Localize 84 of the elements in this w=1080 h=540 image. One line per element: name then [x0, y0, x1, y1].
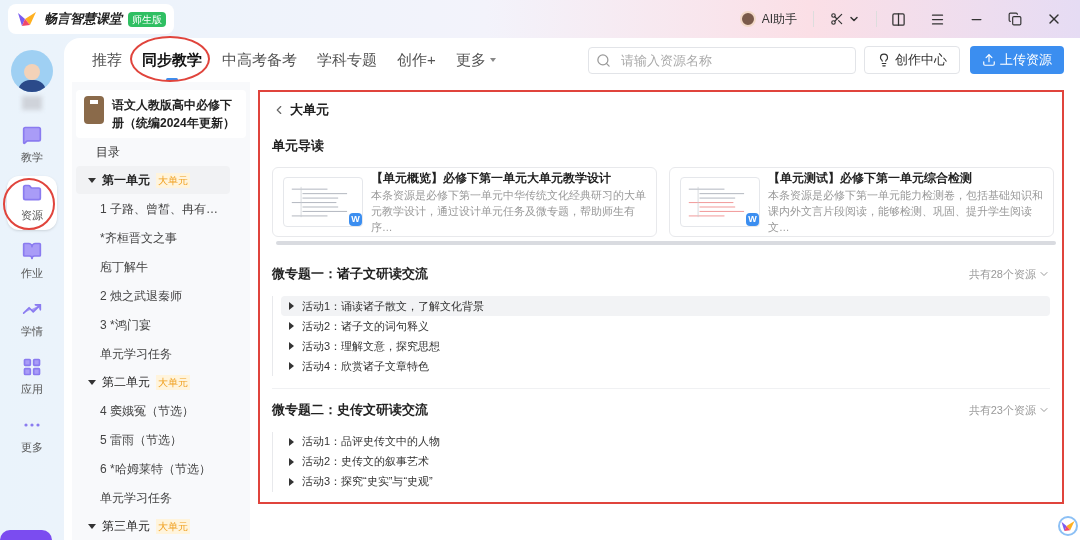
app-name: 畅言智慧课堂: [44, 10, 122, 29]
nav-tab[interactable]: 创作+: [389, 38, 444, 82]
more-icon: [24, 422, 40, 427]
activity-item[interactable]: 活动2：诸子文的词句释义: [281, 315, 1050, 336]
lesson-item[interactable]: 4 窦娥冤（节选）: [72, 396, 250, 425]
lesson-item[interactable]: 2 烛之武退秦师: [72, 281, 250, 310]
lesson-item[interactable]: 单元学习任务: [72, 483, 250, 512]
nav-item[interactable]: 学情: [7, 292, 57, 346]
nav-item[interactable]: 作业: [7, 234, 57, 288]
tab-indicator: [166, 78, 178, 81]
lesson-item[interactable]: 庖丁解牛: [72, 252, 250, 281]
unit-tag: 大单元: [156, 172, 190, 188]
activity-item[interactable]: 活动2：史传文的叙事艺术: [281, 451, 1050, 472]
collapse-arrow-icon: [289, 477, 294, 486]
nav-tab[interactable]: 学科专题: [309, 38, 385, 82]
layout-icon[interactable]: [891, 11, 906, 27]
ai-assistant-button[interactable]: AI助手: [761, 10, 797, 28]
folder-icon: [22, 182, 42, 203]
nav-tab[interactable]: 推荐: [84, 38, 130, 82]
upload-icon: [982, 53, 996, 67]
menu-icon[interactable]: [930, 11, 945, 27]
expand-arrow-icon: [88, 177, 96, 183]
word-file-badge: W: [746, 213, 759, 226]
collapse-arrow-icon: [289, 437, 294, 446]
topic-title: 微专题二：史传文研读交流: [272, 401, 428, 419]
book-title: 语文人教版高中必修下册（统编2024年更新）: [112, 97, 236, 132]
card-title: 【单元测试】必修下第一单元综合检测: [768, 170, 973, 187]
blurred-username: [22, 96, 42, 110]
activity-item[interactable]: 活动1：品评史传文中的人物: [281, 431, 1050, 452]
collapse-arrow-icon: [289, 321, 294, 330]
activity-item[interactable]: 活动1：诵读诸子散文，了解文化背景: [281, 295, 1050, 316]
unit-tag: 大单元: [156, 518, 190, 534]
unit-tag: 大单元: [156, 374, 190, 390]
book-card[interactable]: 语文人教版高中必修下册（统编2024年更新）: [76, 90, 246, 138]
activity-item[interactable]: 活动4：欣赏诸子文章特色: [281, 355, 1050, 376]
resource-card[interactable]: W 【单元测试】必修下第一单元综合检测 本条资源是必修下第一单元能力检测卷，包括基础知识和课内外文言片段阅读，能够检测、巩固、提升学生阅读文…: [669, 167, 1054, 237]
lesson-item[interactable]: 3 *鸿门宴: [72, 310, 250, 339]
resource-card[interactable]: W 【单元概览】必修下第一单元大单元教学设计 本条资源是必修下第一单元中华传统文化经典研习的大单元教学设计，通过设计单元任务及微专题，帮助师生有序…: [272, 167, 657, 237]
collapse-arrow-icon: [289, 301, 294, 310]
create-center-button[interactable]: 创作中心: [864, 46, 960, 74]
lightbulb-icon: [877, 53, 891, 67]
expand-arrow-icon: [88, 523, 96, 529]
activity-item[interactable]: 活动3：理解文意，探究思想: [281, 335, 1050, 356]
collapse-arrow-icon: [289, 341, 294, 350]
lesson-item[interactable]: *齐桓晋文之事: [72, 223, 250, 252]
topic-title: 微专题一：诸子文研读交流: [272, 265, 428, 283]
card-description: 本条资源是必修下第一单元能力检测卷，包括基础知识和课内外文言片段阅读，能够检测、巩固、提升学生阅读文…: [768, 188, 1043, 235]
lesson-item[interactable]: 5 雷雨（节选）: [72, 425, 250, 454]
caret-icon: [489, 58, 496, 62]
floating-button[interactable]: [0, 530, 52, 540]
lesson-item[interactable]: 6 *哈姆莱特（节选）: [72, 454, 250, 483]
assistant-avatar-icon[interactable]: [739, 11, 756, 27]
chat-icon: [22, 124, 42, 145]
lesson-item[interactable]: 1 子路、曾皙、冉有…: [72, 194, 250, 223]
collapse-arrow-icon: [289, 361, 294, 370]
expand-arrow-icon: [88, 379, 96, 385]
nav-tab[interactable]: 中高考备考: [214, 38, 305, 82]
nav-item[interactable]: 教学: [7, 118, 57, 172]
collapse-arrow-icon: [289, 457, 294, 466]
section-heading: 单元导读: [272, 136, 325, 155]
toc-label[interactable]: 目录: [72, 138, 250, 166]
horizontal-scrollbar[interactable]: [276, 241, 1056, 245]
unit-item[interactable]: 第二单元 大单元: [76, 368, 230, 396]
unit-item[interactable]: 第一单元 大单元: [76, 166, 230, 194]
search-field[interactable]: 请输入资源名称: [588, 46, 856, 74]
edition-tag: 师生版: [128, 11, 166, 27]
book-cover-icon: [84, 96, 104, 124]
nav-item[interactable]: 应用: [7, 350, 57, 404]
card-description: 本条资源是必修下第一单元中华传统文化经典研习的大单元教学设计，通过设计单元任务及微专题，帮助师生有序…: [371, 188, 646, 235]
unit-item[interactable]: 第三单元 大单元: [76, 512, 230, 540]
page-title: 大单元: [290, 101, 329, 119]
lesson-item[interactable]: 单元学习任务: [72, 339, 250, 368]
nav-tab[interactable]: 更多: [447, 38, 504, 82]
nav-item[interactable]: 更多: [7, 408, 57, 462]
grid-icon: [22, 356, 42, 377]
user-avatar[interactable]: [11, 50, 53, 92]
search-icon: [596, 52, 611, 68]
restore-icon[interactable]: [1008, 12, 1022, 26]
activity-item[interactable]: 活动3：探究“史实”与“史观”: [281, 471, 1050, 492]
logo-icon: [16, 10, 38, 28]
book-icon: [22, 240, 42, 261]
card-title: 【单元概览】必修下第一单元大单元教学设计: [371, 170, 612, 187]
scissors-icon[interactable]: [830, 12, 844, 26]
word-file-badge: W: [349, 213, 362, 226]
